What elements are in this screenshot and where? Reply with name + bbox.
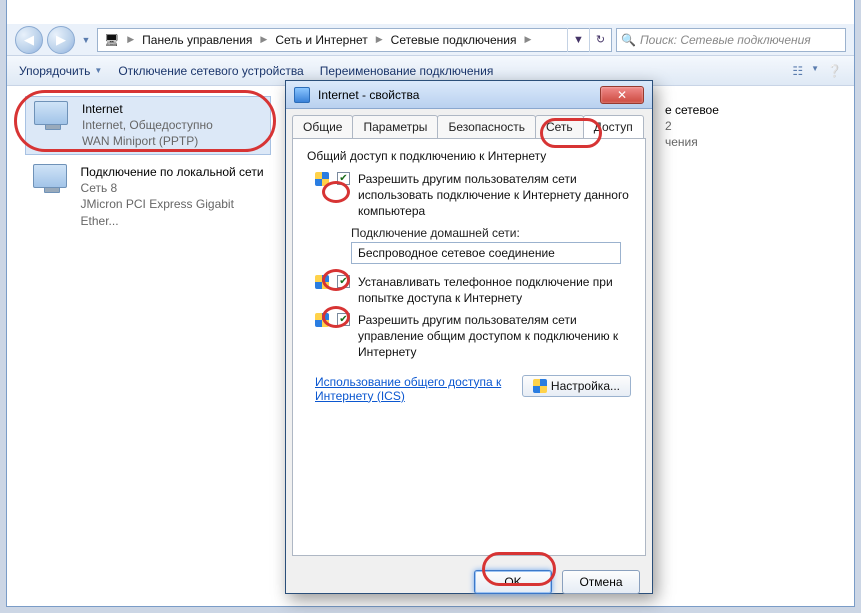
option-label: Разрешить другим пользователям сети испо…: [358, 171, 631, 220]
connection-item-lan[interactable]: Подключение по локальной сети Сеть 8 JMi…: [25, 160, 279, 233]
connection-subtitle: 2: [665, 118, 719, 134]
shield-icon: [533, 379, 547, 393]
breadcrumb-root-icon[interactable]: 🖥: [98, 29, 125, 51]
search-placeholder: Поиск: Сетевые подключения: [640, 33, 811, 47]
rename-connection-button[interactable]: Переименование подключения: [320, 64, 494, 78]
breadcrumb-item-2[interactable]: Сетевые подключения: [385, 29, 523, 51]
tab-network[interactable]: Сеть: [535, 115, 584, 138]
option-allow-control: ✔ Разрешить другим пользователям сети уп…: [315, 312, 631, 361]
nav-back-button[interactable]: ◀: [15, 26, 43, 54]
nav-forward-button[interactable]: ▶: [47, 26, 75, 54]
option-label: Устанавливать телефонное подключение при…: [358, 274, 631, 306]
connection-subtitle: Internet, Общедоступно: [82, 117, 213, 133]
view-mode-button[interactable]: ☷: [792, 64, 803, 78]
organize-menu[interactable]: Упорядочить ▼: [19, 64, 102, 78]
ics-help-link[interactable]: Использование общего доступа к Интернету…: [315, 375, 510, 403]
breadcrumb-item-0[interactable]: Панель управления: [136, 29, 258, 51]
network-adapter-icon: [31, 164, 71, 202]
dialog-button-row: OK Отмена: [286, 562, 652, 602]
address-dropdown-button[interactable]: ▼: [567, 28, 589, 52]
organize-label: Упорядочить: [19, 64, 90, 78]
shield-icon: [315, 172, 329, 186]
breadcrumb[interactable]: 🖥 ▶ Панель управления ▶ Сеть и Интернет …: [97, 28, 612, 52]
tab-access[interactable]: Доступ: [583, 115, 644, 138]
chevron-right-icon: ▶: [522, 34, 533, 45]
home-network-label: Подключение домашней сети:: [351, 226, 631, 240]
chevron-right-icon: ▶: [125, 34, 136, 45]
connection-subtitle: Сеть 8: [81, 180, 273, 196]
connection-device: WAN Miniport (PPTP): [82, 133, 213, 149]
dialog-titlebar[interactable]: Internet - свойства ✕: [286, 81, 652, 109]
tab-params[interactable]: Параметры: [352, 115, 438, 138]
connection-title: е сетевое: [665, 102, 719, 118]
tab-general[interactable]: Общие: [292, 115, 353, 138]
chevron-right-icon: ▶: [374, 34, 385, 45]
option-allow-share: ✔ Разрешить другим пользователям сети ис…: [315, 171, 631, 220]
connection-device: JMicron PCI Express Gigabit Ether...: [81, 196, 273, 228]
network-adapter-icon: [32, 101, 72, 139]
checkbox-allow-share[interactable]: ✔: [337, 172, 350, 185]
home-network-select[interactable]: Беспроводное сетевое соединение: [351, 242, 621, 264]
dialog-close-button[interactable]: ✕: [600, 86, 644, 104]
refresh-button[interactable]: ↻: [589, 28, 611, 52]
checkbox-allow-control[interactable]: ✔: [337, 313, 350, 326]
disable-device-button[interactable]: Отключение сетевого устройства: [118, 64, 303, 78]
chevron-down-icon: ▼: [94, 66, 102, 75]
connection-title: Подключение по локальной сети: [81, 164, 273, 180]
nav-history-dropdown[interactable]: ▼: [79, 30, 93, 50]
tab-security[interactable]: Безопасность: [437, 115, 536, 138]
checkbox-dial-on-demand[interactable]: ✔: [337, 275, 350, 288]
shield-icon: [315, 275, 329, 289]
dialog-tabs: Общие Параметры Безопасность Сеть Доступ: [292, 115, 646, 138]
option-label: Разрешить другим пользователям сети упра…: [358, 312, 631, 361]
connection-item-internet[interactable]: Internet Internet, Общедоступно WAN Mini…: [25, 96, 271, 155]
connection-item-clipped[interactable]: е сетевое 2 чения: [659, 98, 829, 155]
option-dial-on-demand: ✔ Устанавливать телефонное подключение п…: [315, 274, 631, 306]
search-input[interactable]: 🔍 Поиск: Сетевые подключения: [616, 28, 846, 52]
shield-icon: [315, 313, 329, 327]
dialog-icon: [294, 87, 310, 103]
cancel-button[interactable]: Отмена: [562, 570, 640, 594]
properties-dialog: Internet - свойства ✕ Общие Параметры Бе…: [285, 80, 653, 594]
dialog-title: Internet - свойства: [318, 88, 592, 102]
section-title: Общий доступ к подключению к Интернету: [307, 149, 631, 163]
search-icon: 🔍: [621, 33, 636, 47]
settings-button[interactable]: Настройка...: [522, 375, 631, 397]
tab-access-body: Общий доступ к подключению к Интернету ✔…: [292, 138, 646, 556]
connection-title: Internet: [82, 101, 213, 117]
chevron-down-icon: ▼: [811, 64, 819, 78]
connection-device: чения: [665, 134, 719, 150]
help-button[interactable]: ❔: [827, 64, 842, 78]
settings-button-label: Настройка...: [551, 379, 620, 393]
breadcrumb-item-1[interactable]: Сеть и Интернет: [269, 29, 373, 51]
address-row: ◀ ▶ ▼ 🖥 ▶ Панель управления ▶ Сеть и Инт…: [7, 24, 854, 56]
chevron-right-icon: ▶: [258, 34, 269, 45]
ok-button[interactable]: OK: [474, 570, 552, 594]
